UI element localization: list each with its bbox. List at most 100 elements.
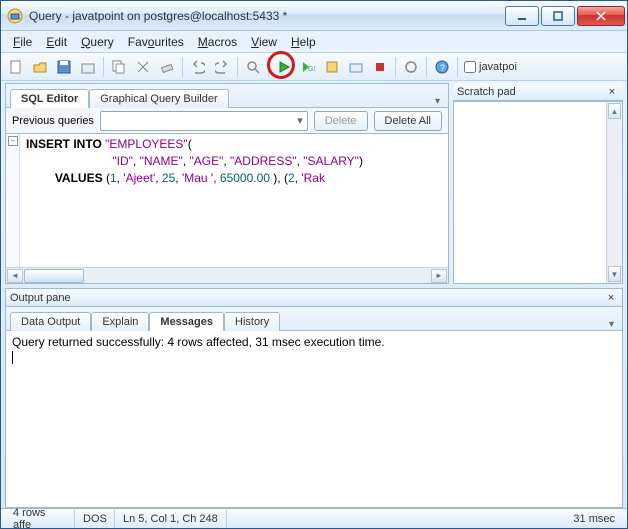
scratch-pad-title: Scratch pad [457, 86, 516, 98]
output-pane-title: Output pane [10, 292, 71, 304]
eraser-icon [160, 60, 174, 74]
gutter: − [6, 134, 20, 267]
toolbar: GS ? javatpoi [1, 53, 627, 81]
scratch-pad-close-button[interactable]: × [605, 86, 619, 98]
export-icon [81, 60, 95, 74]
toolbar-execute-button[interactable] [273, 56, 295, 78]
svg-text:?: ? [440, 63, 445, 73]
toolbar-explain-button[interactable] [321, 56, 343, 78]
plug-icon [404, 60, 418, 74]
toolbar-redo-button[interactable] [211, 56, 233, 78]
toolbar-export-button[interactable] [77, 56, 99, 78]
db-selector[interactable]: javatpoi [464, 61, 517, 73]
cut-icon [136, 60, 150, 74]
menu-macros[interactable]: Macros [192, 34, 243, 50]
chevron-down-icon: ▾ [297, 114, 303, 127]
toolbar-cancel-button[interactable] [369, 56, 391, 78]
tab-data-output[interactable]: Data Output [10, 312, 91, 331]
maximize-button[interactable] [541, 6, 575, 26]
output-tab-overflow-button[interactable]: ▾ [605, 319, 618, 330]
scroll-left-button[interactable]: ◄ [7, 269, 23, 283]
editor-panel: SQL Editor Graphical Query Builder ▾ Pre… [5, 83, 449, 284]
tab-history[interactable]: History [224, 312, 280, 331]
toolbar-help-button[interactable]: ? [431, 56, 453, 78]
window-title: Query - javatpoint on postgres@localhost… [29, 9, 505, 23]
minimize-button[interactable] [505, 6, 539, 26]
fold-toggle[interactable]: − [8, 136, 18, 146]
delete-button[interactable]: Delete [314, 111, 368, 131]
scroll-thumb[interactable] [24, 269, 84, 283]
menu-view[interactable]: View [245, 34, 283, 50]
stop-icon [373, 60, 387, 74]
sql-code[interactable]: INSERT INTO "EMPLOYEES"( "ID", "NAME", "… [20, 134, 448, 189]
menu-edit[interactable]: Edit [40, 34, 73, 50]
tab-explain[interactable]: Explain [91, 312, 149, 331]
toolbar-execute-pgscript-button[interactable]: GS [297, 56, 319, 78]
scroll-up-button[interactable]: ▲ [608, 103, 621, 119]
tab-sql-editor[interactable]: SQL Editor [10, 89, 89, 108]
tab-messages[interactable]: Messages [149, 312, 224, 331]
minimize-icon [517, 11, 527, 21]
menu-file[interactable]: File [7, 34, 38, 50]
menubar: File Edit Query Favourites Macros View H… [1, 31, 627, 53]
toolbar-cut-button[interactable] [132, 56, 154, 78]
sql-editor-area[interactable]: − INSERT INTO "EMPLOYEES"( "ID", "NAME",… [6, 134, 448, 283]
menu-favourites[interactable]: Favourites [122, 34, 190, 50]
output-pane-header: Output pane × [6, 289, 622, 307]
toolbar-open-button[interactable] [29, 56, 51, 78]
help-icon: ? [435, 60, 449, 74]
toolbar-save-button[interactable] [53, 56, 75, 78]
toolbar-find-button[interactable] [242, 56, 264, 78]
menu-query[interactable]: Query [75, 34, 120, 50]
app-icon [7, 8, 23, 24]
toolbar-explain-analyze-button[interactable] [345, 56, 367, 78]
redo-icon [215, 60, 229, 74]
previous-queries-row: Previous queries ▾ Delete Delete All [6, 108, 448, 134]
close-button[interactable] [577, 6, 625, 26]
tab-overflow-button[interactable]: ▾ [431, 96, 444, 107]
close-icon [596, 11, 606, 21]
toolbar-clear-button[interactable] [156, 56, 178, 78]
status-rows: 4 rows affe [5, 510, 75, 528]
explain-analyze-icon [349, 60, 363, 74]
status-position: Ln 5, Col 1, Ch 248 [115, 510, 227, 528]
scratch-pad-panel: Scratch pad × ▲ ▼ [453, 83, 623, 284]
maximize-icon [553, 11, 563, 21]
toolbar-undo-button[interactable] [187, 56, 209, 78]
toolbar-new-button[interactable] [5, 56, 27, 78]
menu-help[interactable]: Help [285, 34, 322, 50]
open-icon [33, 60, 47, 74]
scroll-right-button[interactable]: ► [431, 269, 447, 283]
copy-icon [112, 60, 126, 74]
previous-queries-label: Previous queries [12, 115, 94, 127]
db-label: javatpoi [479, 61, 517, 73]
scroll-track[interactable] [24, 269, 430, 283]
output-tabs: Data Output Explain Messages History ▾ [6, 307, 622, 331]
db-checkbox[interactable] [464, 61, 476, 73]
toolbar-copy-button[interactable] [108, 56, 130, 78]
editor-hscrollbar[interactable]: ◄ ► [6, 267, 448, 283]
editor-tabs: SQL Editor Graphical Query Builder ▾ [6, 84, 448, 108]
tab-graphical-query-builder[interactable]: Graphical Query Builder [89, 89, 228, 108]
scroll-down-button[interactable]: ▼ [608, 266, 621, 282]
undo-icon [191, 60, 205, 74]
scratch-pad-body[interactable]: ▲ ▼ [453, 101, 623, 284]
status-mode: DOS [75, 510, 115, 528]
svg-text:GS: GS [308, 66, 315, 73]
new-icon [9, 60, 23, 74]
play-icon [277, 60, 291, 74]
output-pane-close-button[interactable]: × [604, 292, 618, 304]
explain-icon [325, 60, 339, 74]
messages-output[interactable]: Query returned successfully: 4 rows affe… [6, 331, 622, 507]
save-icon [57, 60, 71, 74]
previous-queries-combo[interactable]: ▾ [100, 111, 308, 131]
caret [12, 350, 13, 364]
scratch-vscrollbar[interactable]: ▲ ▼ [606, 102, 622, 283]
app-window: Query - javatpoint on postgres@localhost… [0, 0, 628, 529]
output-pane: Output pane × Data Output Explain Messag… [5, 288, 623, 508]
delete-all-button[interactable]: Delete All [374, 111, 442, 131]
titlebar[interactable]: Query - javatpoint on postgres@localhost… [1, 1, 627, 31]
pgscript-icon: GS [301, 60, 315, 74]
toolbar-connect-button[interactable] [400, 56, 422, 78]
scratch-pad-header: Scratch pad × [453, 83, 623, 101]
